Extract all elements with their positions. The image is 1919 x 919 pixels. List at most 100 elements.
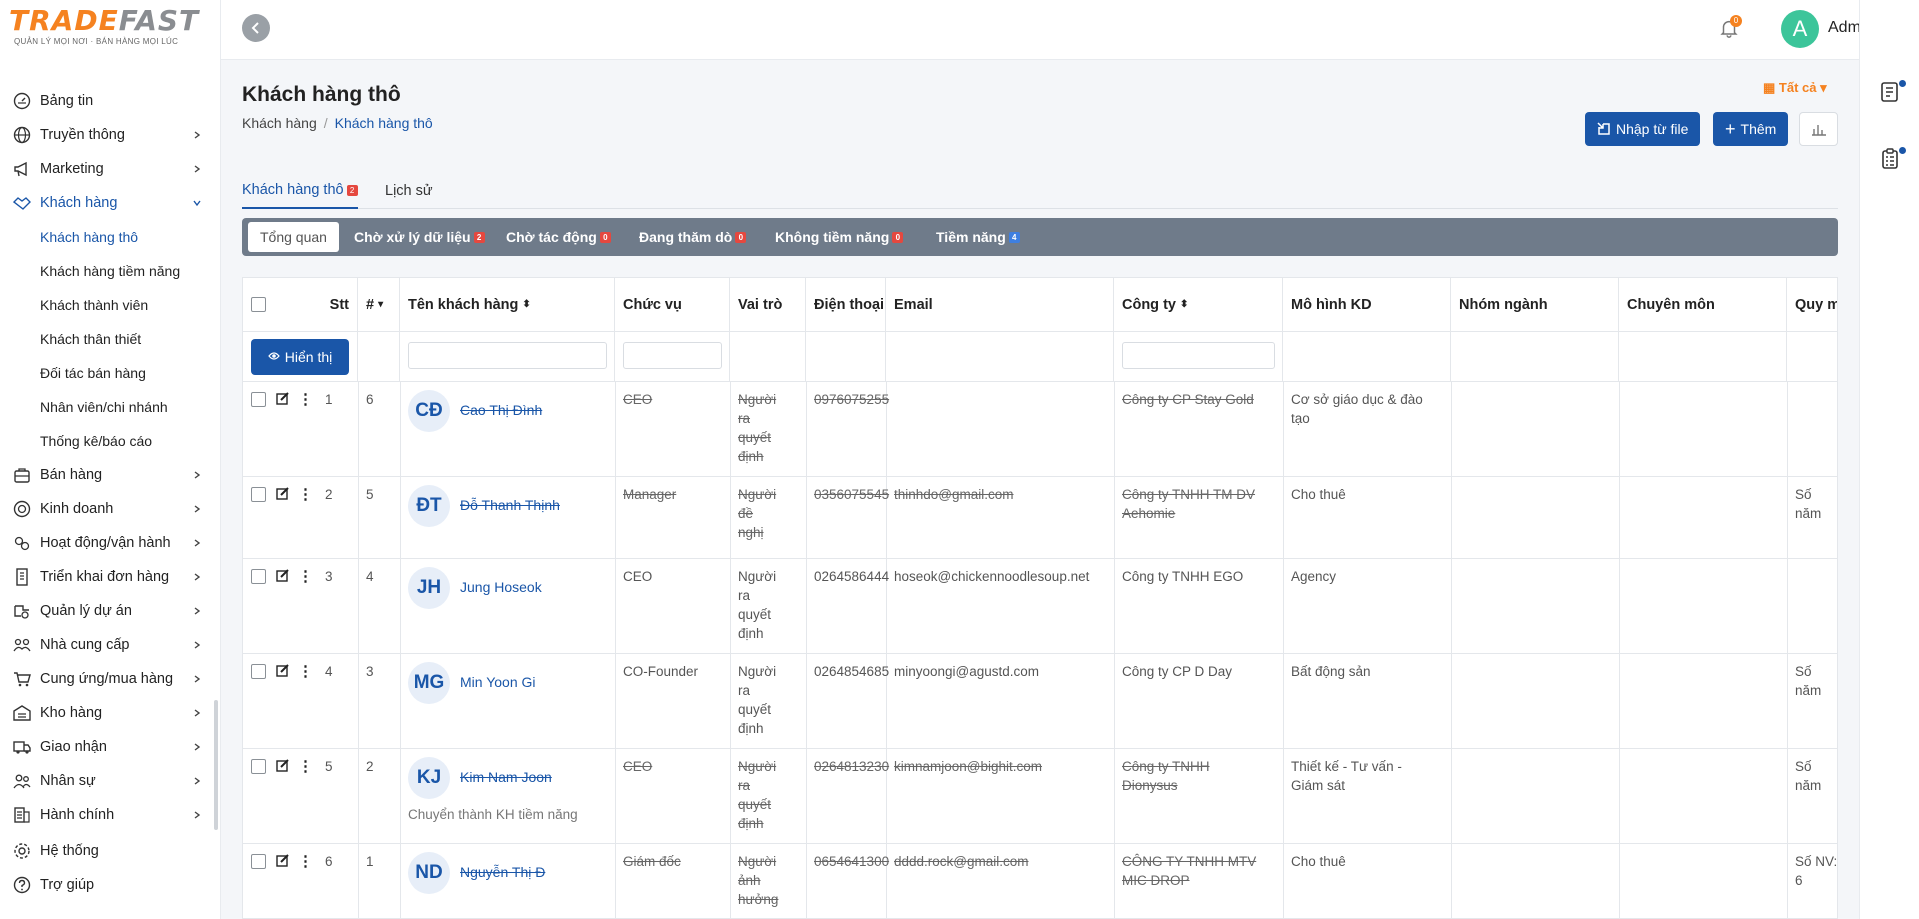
- filter-input-chuc-vu[interactable]: [623, 342, 722, 369]
- sidebar-subitem-khach-hang-tho[interactable]: Khách hàng thô: [0, 220, 220, 254]
- company-cell: Công ty CP D Day: [1122, 662, 1232, 681]
- column-header-cong-ty[interactable]: Công ty ⬍: [1114, 278, 1283, 332]
- customer-name-link[interactable]: Cao Thị Đình: [460, 401, 542, 420]
- customer-name-link[interactable]: Đỗ Thanh Thịnh: [460, 496, 560, 515]
- sidebar-item-kho-hang[interactable]: Kho hàng: [0, 696, 220, 730]
- column-header-ten-khach-hang[interactable]: Tên khách hàng ⬍: [400, 278, 615, 332]
- business-model-cell: Cho thuê: [1291, 852, 1346, 871]
- show-columns-button[interactable]: Hiển thị: [251, 339, 349, 375]
- edit-icon[interactable]: [276, 853, 290, 870]
- sidebar-item-hoat-dong-van-hanh[interactable]: Hoạt động/vận hành: [0, 526, 220, 560]
- sidebar-item-nhan-su[interactable]: Nhân sự: [0, 764, 220, 798]
- column-divider: [1114, 477, 1115, 559]
- position-cell: Manager: [623, 487, 677, 502]
- sidebar-scrollbar[interactable]: [214, 700, 218, 830]
- table-row[interactable]: ⋮ 2 5 ĐT Đỗ Thanh Thịnh Manager Người đề nghị 035…: [243, 477, 1837, 559]
- sidebar-item-he-thong[interactable]: Hệ thống: [0, 834, 220, 868]
- column-divider: [1787, 382, 1788, 477]
- chart-view-button[interactable]: [1799, 112, 1838, 146]
- sidebar-item-khach-hang[interactable]: Khách hàng: [0, 186, 220, 220]
- customer-name-link[interactable]: Nguyễn Thị Đ: [460, 863, 545, 882]
- row-checkbox[interactable]: [251, 759, 266, 774]
- breadcrumb-item-customers[interactable]: Khách hàng: [242, 115, 317, 131]
- sidebar-item-label: Giao nhận: [40, 739, 107, 755]
- sidebar-item-trien-khai-don-hang[interactable]: Triển khai đơn hàng: [0, 560, 220, 594]
- more-options-icon[interactable]: ⋮: [298, 392, 313, 407]
- edit-icon[interactable]: [276, 758, 290, 775]
- row-stt: 5: [325, 759, 333, 774]
- row-checkbox[interactable]: [251, 664, 266, 679]
- sidebar-item-marketing[interactable]: Marketing: [0, 152, 220, 186]
- filter-input-ten-khach-hang[interactable]: [408, 342, 607, 369]
- more-options-icon[interactable]: ⋮: [298, 759, 313, 774]
- status-filter-cho-tac-dong[interactable]: Chờ tác động 0: [506, 222, 611, 252]
- sidebar-nav: Bảng tin Truyền thông Marketing Khách hàng K…: [0, 84, 220, 902]
- sort-icon[interactable]: ⬍: [522, 299, 530, 310]
- user-avatar[interactable]: A: [1781, 10, 1819, 48]
- filter-all-dropdown[interactable]: ▦ Tất cả ▾: [1763, 80, 1827, 96]
- sidebar-item-nha-cung-cap[interactable]: Nhà cung cấp: [0, 628, 220, 662]
- collapse-sidebar-button[interactable]: [242, 14, 270, 42]
- row-checkbox[interactable]: [251, 392, 266, 407]
- column-header-[interactable]: # ▾: [358, 278, 400, 332]
- more-options-icon[interactable]: ⋮: [298, 487, 313, 502]
- sidebar: TRADEFAST QUẢN LÝ MỌI NƠI · BÁN HÀNG MỌI…: [0, 0, 221, 919]
- table-row[interactable]: ⋮ 3 4 JH Jung Hoseok CEO Người ra quyết định 02645…: [243, 559, 1837, 654]
- row-checkbox[interactable]: [251, 569, 266, 584]
- column-divider: [615, 844, 616, 918]
- logo[interactable]: TRADEFAST QUẢN LÝ MỌI NƠI · BÁN HÀNG MỌI…: [0, 0, 220, 55]
- company-cell-line: Dionysus: [1122, 778, 1178, 793]
- more-options-icon[interactable]: ⋮: [298, 854, 313, 869]
- more-options-icon[interactable]: ⋮: [298, 569, 313, 584]
- customer-name-link[interactable]: Min Yoon Gi: [460, 673, 536, 692]
- sidebar-item-quan-ly-du-an[interactable]: Quản lý dự án: [0, 594, 220, 628]
- customer-name-link[interactable]: Jung Hoseok: [460, 578, 542, 597]
- edit-icon[interactable]: [276, 663, 290, 680]
- sidebar-subitem-doi-tac-ban-hang[interactable]: Đối tác bán hàng: [0, 356, 220, 390]
- sort-desc-icon[interactable]: ▾: [378, 299, 383, 310]
- sidebar-item-tro-giup[interactable]: Trợ giúp: [0, 868, 220, 902]
- sidebar-item-cung-ung-mua-hang[interactable]: Cung ứng/mua hàng: [0, 662, 220, 696]
- calendar-icon: ▦: [1763, 80, 1776, 95]
- row-checkbox[interactable]: [251, 854, 266, 869]
- filter-input-cong-ty[interactable]: [1122, 342, 1275, 369]
- sidebar-subitem-thong-ke-bao-cao[interactable]: Thống kê/báo cáo: [0, 424, 220, 458]
- status-filter-dang-tham-do[interactable]: Đang thăm dò 0: [639, 222, 747, 252]
- sort-icon[interactable]: ⬍: [1180, 299, 1188, 310]
- sidebar-subitem-khach-thanh-vien[interactable]: Khách thành viên: [0, 288, 220, 322]
- tab-history[interactable]: Lịch sử: [385, 173, 433, 209]
- show-columns-label: Hiển thị: [284, 349, 333, 365]
- import-file-button[interactable]: Nhập từ file: [1585, 112, 1701, 146]
- sidebar-item-ban-hang[interactable]: Bán hàng: [0, 458, 220, 492]
- sidebar-item-truyen-thong[interactable]: Truyền thông: [0, 118, 220, 152]
- table-row[interactable]: ⋮ 6 1 ND Nguyễn Thị Đ Giám đốc Người ảnh hưởng 06…: [243, 844, 1837, 918]
- status-filter-cho-xu-ly-du-lieu[interactable]: Chờ xử lý dữ liệu 2: [354, 222, 485, 252]
- row-checkbox[interactable]: [251, 487, 266, 502]
- select-all-checkbox[interactable]: [251, 297, 266, 312]
- email-cell: minyoongi@agustd.com: [894, 664, 1040, 679]
- edit-icon[interactable]: [276, 568, 290, 585]
- sidebar-subitem-khach-than-thiet[interactable]: Khách thân thiết: [0, 322, 220, 356]
- edit-icon[interactable]: [276, 486, 290, 503]
- customer-name-link[interactable]: Kim Nam Joon: [460, 768, 552, 787]
- edit-icon[interactable]: [276, 391, 290, 408]
- table-row[interactable]: ⋮ 4 3 MG Min Yoon Gi CO-Founder Người ra quyết đị…: [243, 654, 1837, 749]
- sidebar-subitem-nhan-vien-chi-nhanh[interactable]: Nhân viên/chi nhánh: [0, 390, 220, 424]
- more-options-icon[interactable]: ⋮: [298, 664, 313, 679]
- tab-raw-customers[interactable]: Khách hàng thô 2: [242, 173, 358, 209]
- add-label: Thêm: [1740, 121, 1777, 137]
- status-filter-label: Chờ tác động: [506, 229, 597, 245]
- sidebar-subitem-khach-hang-tiem-nang[interactable]: Khách hàng tiềm năng: [0, 254, 220, 288]
- table-row[interactable]: ⋮ 5 2 KJ Kim Nam Joon Chuyển thành KH tiềm nă…: [243, 749, 1837, 844]
- table-row[interactable]: ⋮ 1 6 CĐ Cao Thị Đình CEO Người ra quyết định 0976…: [243, 382, 1837, 477]
- sidebar-item-bang-tin[interactable]: Bảng tin: [0, 84, 220, 118]
- status-filter-tiem-nang[interactable]: Tiềm năng 4: [936, 222, 1020, 252]
- sidebar-item-hanh-chinh[interactable]: Hành chính: [0, 798, 220, 832]
- sidebar-item-kinh-doanh[interactable]: Kinh doanh: [0, 492, 220, 526]
- add-button[interactable]: + Thêm: [1713, 112, 1789, 146]
- status-filter-khong-tiem-nang[interactable]: Không tiềm năng 0: [775, 222, 904, 252]
- chevron-right-icon: [192, 739, 202, 755]
- page-title: Khách hàng thô: [242, 83, 401, 106]
- status-filter-tong-quan[interactable]: Tổng quan: [248, 222, 339, 252]
- sidebar-item-giao-nhan[interactable]: Giao nhận: [0, 730, 220, 764]
